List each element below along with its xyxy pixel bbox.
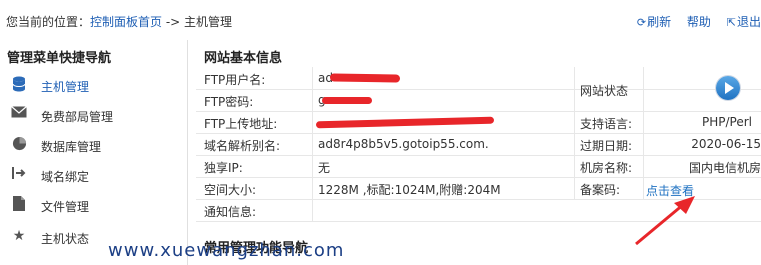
logout-icon: ⇱ [726, 16, 736, 29]
sidebar-item-label: 文件管理 [41, 200, 90, 214]
table-row: 域名解析别名: ad8r4p8b5v5.gotoip55.com. 过期日期: … [196, 133, 761, 156]
breadcrumb-separator: -> [162, 15, 185, 29]
site-status-label: 网站状态 [580, 84, 629, 98]
sidebar-item-mail-management[interactable]: 免费部局管理 [0, 100, 187, 130]
sidebar-item-label: 域名绑定 [41, 170, 90, 184]
help-link[interactable]: 帮助 [687, 15, 711, 29]
refresh-button[interactable]: ⟳刷新 [637, 15, 671, 29]
pie-chart-icon [10, 136, 28, 155]
sidebar-item-file-management[interactable]: 文件管理 [0, 190, 187, 220]
table-row: FTP密码: g [196, 89, 761, 112]
breadcrumb: 您当前的位置：控制面板首页 -> 主机管理 [6, 13, 232, 30]
page-title: 网站基本信息 [204, 51, 283, 66]
column-divider [574, 67, 575, 200]
breadcrumb-home-link[interactable]: 控制面板首页 [90, 15, 162, 29]
sidebar-item-database-management[interactable]: 数据库管理 [0, 130, 187, 160]
arrow-right-icon [10, 166, 28, 184]
redaction-mark [322, 97, 372, 104]
envelope-icon [10, 106, 28, 122]
sidebar: 管理菜单快捷导航 主机管理 免费部局管理 数据库管理 域名绑定 文件管理 ★ 主… [0, 40, 188, 265]
beian-view-link[interactable]: 点击查看 [646, 182, 694, 199]
ftp-username-label: FTP用户名: [204, 73, 266, 87]
redaction-mark [329, 73, 401, 83]
table-row: FTP用户名: ad [196, 67, 761, 90]
sidebar-item-label: 免费部局管理 [41, 110, 114, 124]
site-status-play-button[interactable] [716, 76, 740, 100]
expire-date-value: 2020-06-15 [691, 137, 761, 151]
sidebar-item-domain-binding[interactable]: 域名绑定 [0, 160, 187, 190]
column-divider [643, 67, 644, 200]
logout-label: 退出 [736, 15, 761, 29]
sidebar-item-label: 主机管理 [41, 80, 90, 94]
space-size-value: 1228M ,标配:1024M,附赠:204M [318, 183, 501, 197]
column-divider [312, 67, 313, 222]
database-icon [10, 76, 28, 96]
sidebar-item-host-management[interactable]: 主机管理 [0, 70, 187, 100]
top-bar: 您当前的位置：控制面板首页 -> 主机管理 ⟳刷新 帮助 ⇱退出 [0, 0, 761, 40]
ftp-password-label: FTP密码: [204, 95, 254, 109]
beian-label: 备案码: [580, 183, 621, 197]
sidebar-title: 管理菜单快捷导航 [7, 51, 112, 66]
refresh-icon: ⟳ [636, 16, 647, 29]
refresh-label: 刷新 [647, 15, 672, 29]
top-actions: ⟳刷新 帮助 ⇱退出 [625, 13, 761, 30]
site-watermark: www.xuewangzhan.com [108, 240, 345, 261]
table-row: 通知信息: [196, 199, 761, 222]
star-icon: ★ [12, 228, 26, 244]
logout-button[interactable]: ⇱退出 [727, 15, 761, 29]
sidebar-item-label: 主机状态 [41, 232, 90, 246]
space-size-label: 空间大小: [204, 183, 257, 197]
datacenter-value: 国内电信机房 [688, 161, 761, 175]
notice-label: 通知信息: [204, 205, 257, 219]
file-icon [10, 196, 28, 215]
breadcrumb-prefix: 您当前的位置： [6, 15, 91, 29]
sidebar-item-label: 数据库管理 [41, 140, 102, 154]
table-row: 独享IP: 无 机房名称: 国内电信机房 [196, 155, 761, 178]
breadcrumb-current: 主机管理 [184, 15, 233, 29]
